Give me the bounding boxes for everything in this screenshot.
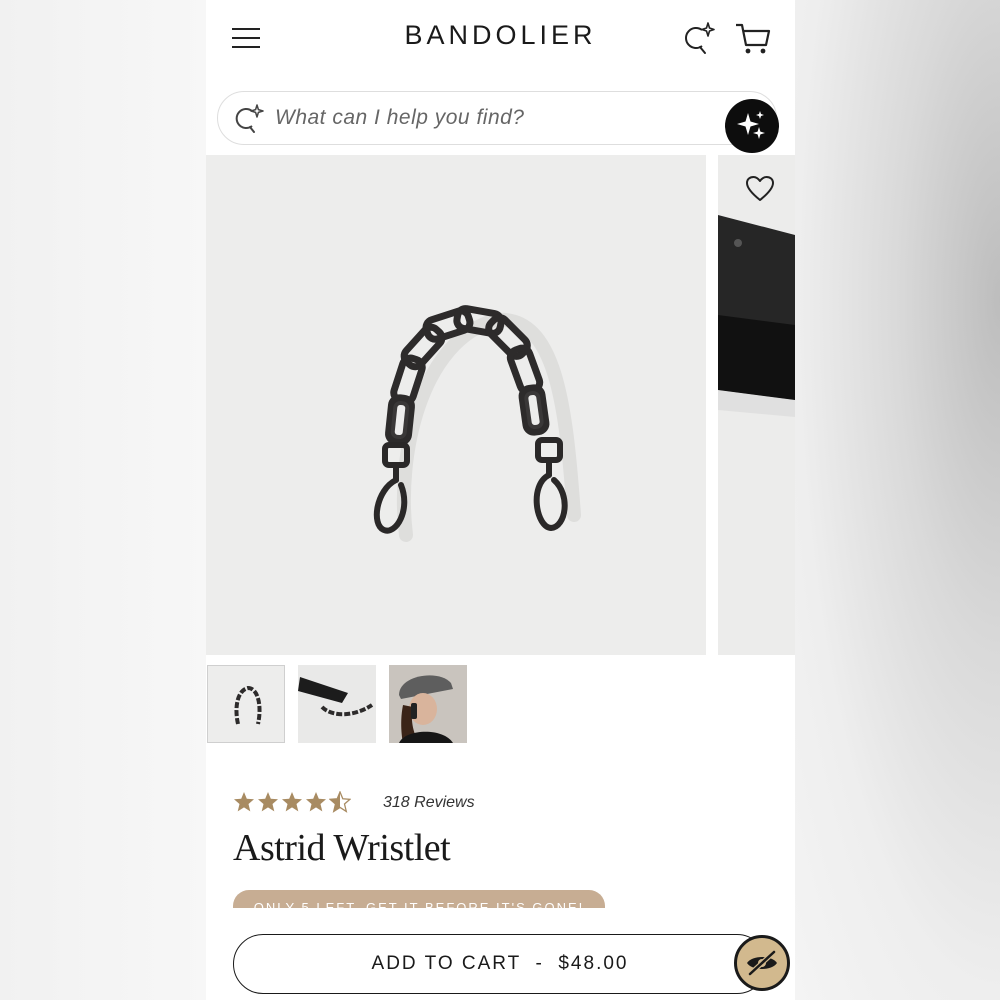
product-title: Astrid Wristlet [233,827,451,869]
background-left [0,0,206,1000]
star-filled-icon [234,792,254,812]
thumbnail-chain-strap[interactable] [207,665,285,743]
product-image-chain-strap[interactable] [206,155,706,655]
thumbnail-wristlet-with-chain[interactable] [298,665,376,743]
low-stock-banner-clip: ONLY 5 LEFT. GET IT BEFORE IT'S GONE! [233,890,605,908]
sparkle-search-icon[interactable] [680,20,718,58]
add-to-cart-label: ADD TO CART - $48.00 [371,953,629,974]
background-right [795,0,1000,1000]
reviews-link[interactable]: 318 Reviews [383,794,475,812]
eye-slash-icon [747,949,777,977]
star-half-icon [329,791,351,813]
heart-icon[interactable] [744,173,776,205]
search-placeholder: What can I help you find? [275,106,525,129]
add-to-cart-button[interactable]: ADD TO CART - $48.00 [233,934,767,994]
star-filled-icon [306,792,326,812]
sparkles-icon [737,111,765,139]
star-filled-icon [258,792,278,812]
mobile-page: BANDOLIER What can I help you find? 318 … [206,0,795,1000]
ai-assistant-button[interactable] [725,99,779,153]
shopping-cart-icon[interactable] [734,20,772,58]
low-stock-text: ONLY 5 LEFT. GET IT BEFORE IT'S GONE! [253,900,585,908]
sparkle-search-icon [232,102,266,136]
star-filled-icon [282,792,302,812]
product-image-next-preview[interactable] [718,155,795,655]
accessibility-toggle-button[interactable] [734,935,790,991]
search-input[interactable]: What can I help you find? [217,91,777,145]
thumbnail-model[interactable] [389,665,467,743]
